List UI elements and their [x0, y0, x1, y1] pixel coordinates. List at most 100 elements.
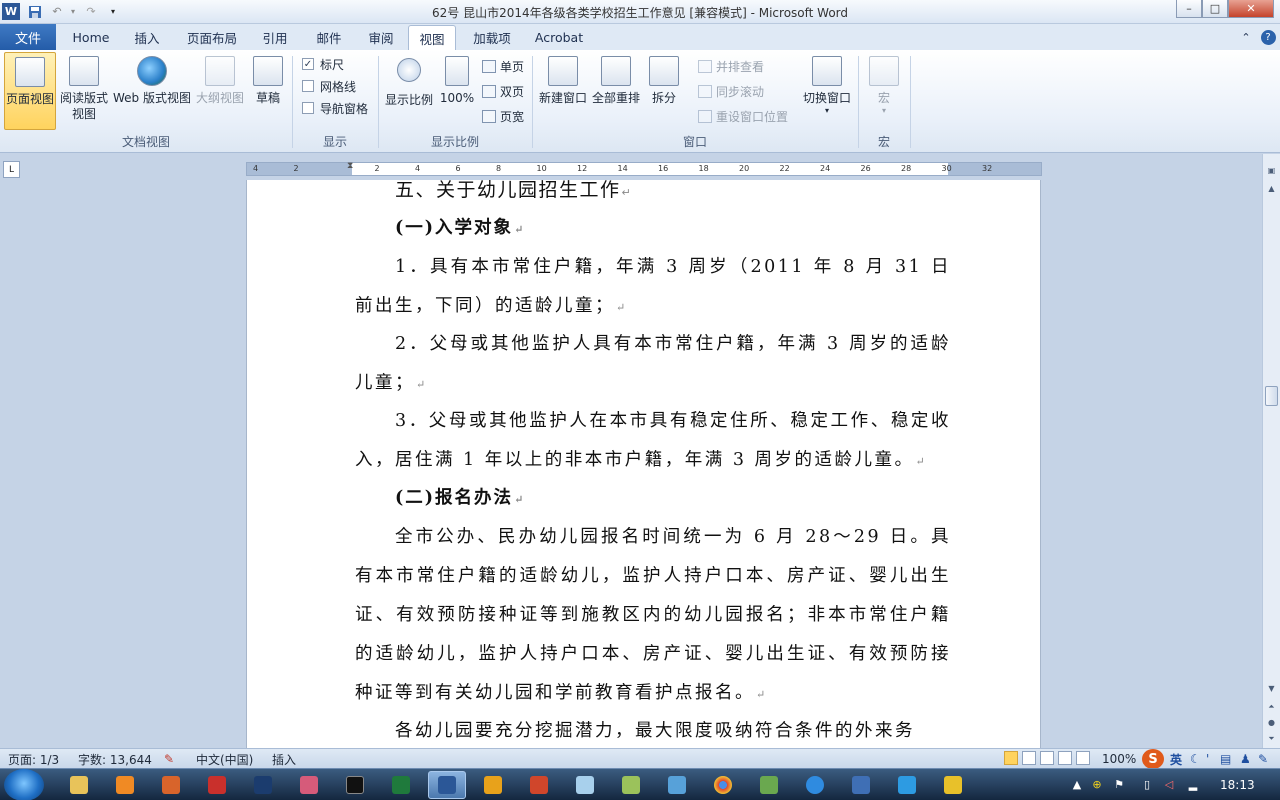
tray-volume-icon[interactable]: ◁: [1162, 777, 1176, 791]
app-5-taskbar-icon[interactable]: [888, 771, 926, 799]
app-taskbar-icon[interactable]: [290, 771, 328, 799]
paragraph-5[interactable]: 各幼儿园要充分挖掘潜力，最大限度吸纳符合条件的外来务: [355, 712, 951, 748]
tray-device-icon[interactable]: ▯: [1140, 777, 1154, 791]
print-layout-view-icon[interactable]: [1004, 751, 1018, 765]
tab-addins[interactable]: 加载项: [464, 24, 520, 50]
subheading-1[interactable]: (一)入学对象↵: [355, 209, 951, 249]
switch-windows-button[interactable]: 切换窗口 ▾: [798, 52, 856, 130]
arrange-all-button[interactable]: 全部重排: [590, 52, 642, 130]
cmd-taskbar-icon[interactable]: [336, 771, 374, 799]
start-button-icon[interactable]: [4, 769, 44, 800]
app-2-taskbar-icon[interactable]: [658, 771, 696, 799]
reading-view-icon[interactable]: [1022, 751, 1036, 765]
nav-pane-checkbox[interactable]: 导航窗格: [302, 98, 368, 118]
scroll-down-icon[interactable]: ▼: [1263, 680, 1280, 697]
horizontal-ruler[interactable]: 4 2 2 4 6 8 10 12 14 16 18 20 22 24 26 28 30 32 ⧗: [246, 161, 1042, 177]
app-4-taskbar-icon[interactable]: [842, 771, 880, 799]
tray-network-icon[interactable]: ▂: [1186, 777, 1200, 791]
minimize-button[interactable]: –: [1176, 0, 1202, 18]
paragraph-3[interactable]: 3．父母或其他监护人在本市具有稳定住所、稳定工作、稳定收入，居住满 1 年以上的…: [355, 402, 951, 481]
app-6-taskbar-icon[interactable]: [934, 771, 972, 799]
print-layout-button[interactable]: 页面视图: [4, 52, 56, 130]
two-pages-button[interactable]: 双页: [482, 81, 524, 101]
app-3-taskbar-icon[interactable]: [750, 771, 788, 799]
illustrator-taskbar-icon[interactable]: [152, 771, 190, 799]
tray-app-icon[interactable]: ⊕: [1090, 777, 1104, 791]
outlook-taskbar-icon[interactable]: [474, 771, 512, 799]
ruler-checkbox[interactable]: ✓ 标尺: [302, 54, 344, 74]
tab-page-layout[interactable]: 页面布局: [178, 24, 246, 50]
tab-mailings[interactable]: 邮件: [306, 24, 352, 50]
web-layout-button[interactable]: Web 版式视图: [112, 52, 192, 130]
maximize-button[interactable]: □: [1202, 0, 1228, 18]
scroll-thumb[interactable]: [1265, 386, 1278, 406]
tab-view[interactable]: 视图: [408, 25, 456, 51]
sogou-ime-icon[interactable]: S: [1142, 749, 1164, 769]
paragraph-1[interactable]: 1．具有本市常住户籍，年满 3 周岁（2011 年 8 月 31 日前出生，下同…: [355, 248, 951, 327]
full-screen-reading-button[interactable]: 阅读版式 视图: [58, 52, 110, 130]
zoom-percent[interactable]: 100%: [1102, 751, 1136, 767]
proofing-icon[interactable]: ✎: [164, 751, 174, 767]
explorer-taskbar-icon[interactable]: [60, 771, 98, 799]
zoom-100-button[interactable]: 100%: [438, 52, 476, 130]
tray-flag-icon[interactable]: ⚑: [1112, 777, 1126, 791]
ie-taskbar-icon[interactable]: [796, 771, 834, 799]
draft-view-icon[interactable]: [1076, 751, 1090, 765]
notepad-taskbar-icon[interactable]: [566, 771, 604, 799]
macros-button[interactable]: 宏 ▾: [864, 52, 904, 130]
chrome-taskbar-icon[interactable]: [704, 771, 742, 799]
document-page[interactable]: 五、关于幼儿园招生工作↵ (一)入学对象↵ 1．具有本市常住户籍，年满 3 周岁…: [246, 180, 1041, 748]
tab-acrobat[interactable]: Acrobat: [528, 24, 590, 50]
paragraph-4[interactable]: 全市公办、民办幼儿园报名时间统一为 6 月 28～29 日。具有本市常住户籍的适…: [355, 518, 951, 714]
word-count[interactable]: 字数: 13,644: [78, 751, 152, 767]
view-side-by-side-button[interactable]: 并排查看: [698, 56, 764, 76]
acrobat-taskbar-icon[interactable]: [198, 771, 236, 799]
section-heading[interactable]: 五、关于幼儿园招生工作↵: [395, 180, 991, 212]
close-button[interactable]: ✕: [1228, 0, 1274, 18]
tab-references[interactable]: 引用: [252, 24, 298, 50]
sync-scroll-button[interactable]: 同步滚动: [698, 81, 764, 101]
subheading-2[interactable]: (二)报名办法↵: [355, 479, 951, 519]
ime-keyboard-icon[interactable]: ▤: [1220, 751, 1231, 767]
ime-punct-icon[interactable]: ': [1206, 751, 1209, 767]
zoom-button[interactable]: 显示比例: [382, 52, 436, 130]
vertical-scrollbar[interactable]: ▣ ▲ ▼ ⏶ ● ⏷: [1262, 154, 1280, 748]
web-view-icon[interactable]: [1040, 751, 1054, 765]
tab-selector-icon[interactable]: L: [3, 161, 20, 178]
page-width-button[interactable]: 页宽: [482, 106, 524, 126]
one-page-button[interactable]: 单页: [482, 56, 524, 76]
reset-window-position-button[interactable]: 重设窗口位置: [698, 106, 788, 126]
outline-view-icon[interactable]: [1058, 751, 1072, 765]
new-window-button[interactable]: 新建窗口: [536, 52, 590, 130]
page-count[interactable]: 页面: 1/3: [8, 751, 59, 767]
tab-file[interactable]: 文件: [0, 24, 56, 50]
split-button[interactable]: 拆分: [644, 52, 684, 130]
excel-taskbar-icon[interactable]: [382, 771, 420, 799]
clock[interactable]: 18:13: [1220, 778, 1255, 792]
tab-review[interactable]: 审阅: [358, 24, 404, 50]
language-indicator[interactable]: 中文(中国): [196, 751, 253, 767]
powerpoint-taskbar-icon[interactable]: [520, 771, 558, 799]
tab-home[interactable]: Home: [64, 24, 118, 50]
draft-button[interactable]: 草稿: [248, 52, 288, 130]
ime-moon-icon[interactable]: ☾: [1190, 751, 1201, 767]
ime-language[interactable]: 英: [1170, 751, 1182, 767]
ime-tools-icon[interactable]: ✎: [1258, 751, 1268, 767]
ime-user-icon[interactable]: ♟: [1240, 751, 1251, 767]
indent-marker-icon[interactable]: ⧗: [347, 161, 356, 177]
help-icon[interactable]: ?: [1258, 24, 1278, 50]
folder-taskbar-icon[interactable]: [612, 771, 650, 799]
document-area[interactable]: 五、关于幼儿园招生工作↵ (一)入学对象↵ 1．具有本市常住户籍，年满 3 周岁…: [0, 180, 1262, 748]
select-browse-object-icon[interactable]: ●: [1263, 714, 1280, 731]
tray-expand-icon[interactable]: ▲: [1070, 777, 1084, 791]
gridlines-checkbox[interactable]: 网格线: [302, 76, 356, 96]
previous-page-icon[interactable]: ⏶: [1263, 698, 1280, 715]
ribbon-collapse-icon[interactable]: ⌃: [1236, 24, 1256, 50]
word-taskbar-icon[interactable]: [428, 771, 466, 799]
photoshop-taskbar-icon[interactable]: [244, 771, 282, 799]
next-page-icon[interactable]: ⏷: [1263, 730, 1280, 747]
scroll-up-icon[interactable]: ▲: [1263, 180, 1280, 197]
insert-mode[interactable]: 插入: [272, 751, 296, 767]
tab-insert[interactable]: 插入: [124, 24, 170, 50]
outline-button[interactable]: 大纲视图: [194, 52, 246, 130]
